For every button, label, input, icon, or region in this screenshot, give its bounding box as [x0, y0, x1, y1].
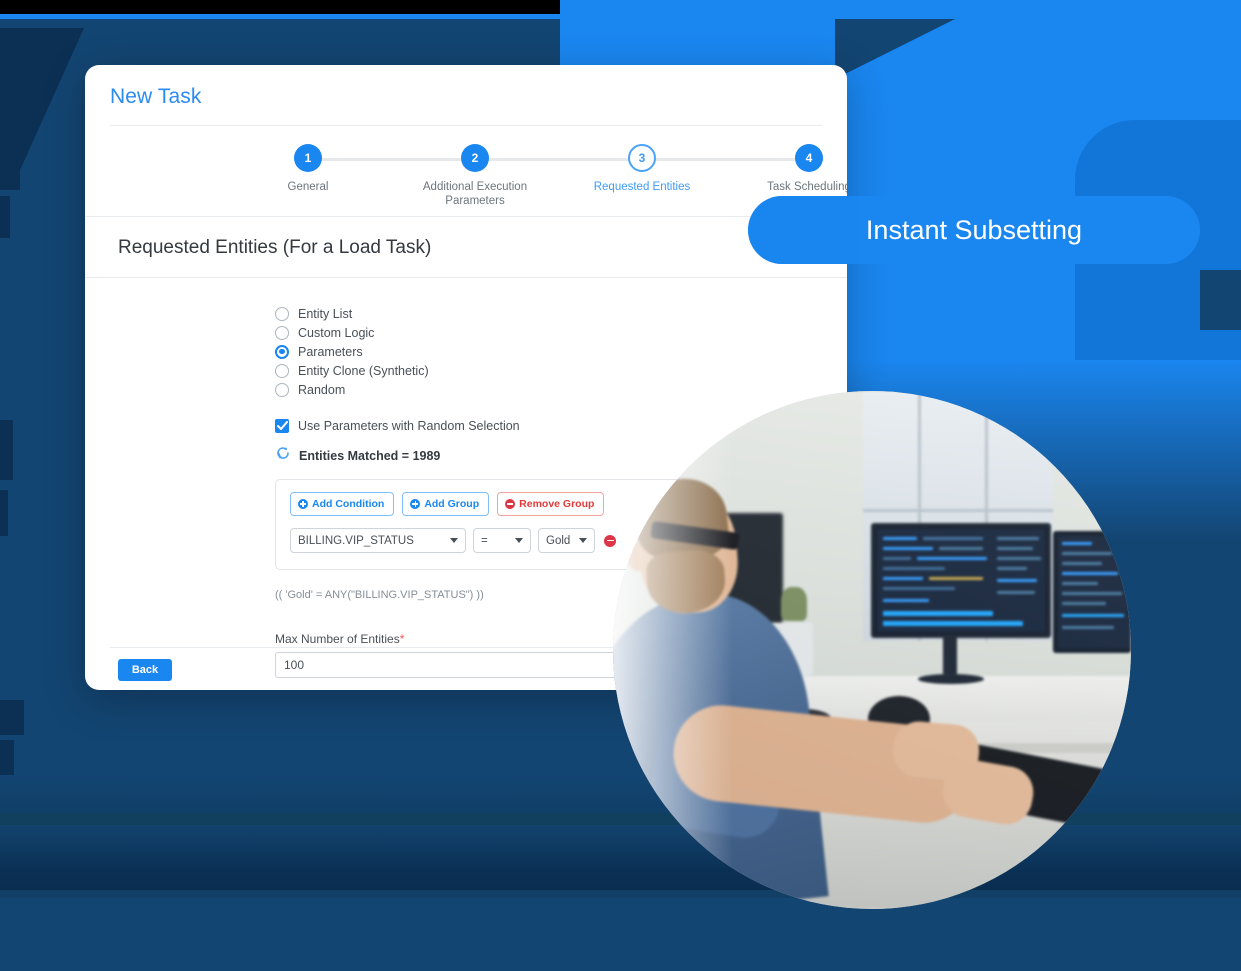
chevron-down-icon	[450, 538, 458, 543]
condition-field-select[interactable]: BILLING.VIP_STATUS	[290, 528, 466, 553]
stepper-step-general[interactable]: 1 General	[233, 144, 383, 194]
wizard-stepper: 1 General 2 Additional Execution Paramet…	[85, 134, 847, 216]
radio-label: Parameters	[298, 344, 363, 359]
condition-value-select[interactable]: Gold	[538, 528, 595, 553]
radio-icon[interactable]	[275, 306, 289, 321]
instant-subsetting-badge: Instant Subsetting	[748, 196, 1200, 264]
photo-edge-fade	[613, 391, 733, 909]
radio-icon-selected[interactable]	[275, 344, 289, 359]
radio-icon[interactable]	[275, 382, 289, 397]
decorative-notch	[0, 196, 10, 238]
stepper-number: 4	[795, 144, 823, 172]
required-marker: *	[399, 632, 405, 646]
condition-value: Gold	[546, 534, 571, 547]
radio-option-parameters[interactable]: Parameters	[275, 342, 847, 361]
radio-label: Entity List	[298, 306, 353, 321]
radio-icon[interactable]	[275, 325, 289, 340]
stepper-label: Task Scheduling	[767, 181, 847, 193]
plus-circle-icon	[410, 499, 421, 509]
stepper-number: 2	[461, 144, 489, 172]
stepper-number: 3	[628, 144, 656, 172]
radio-option-entity-list[interactable]: Entity List	[275, 304, 847, 323]
stepper-label: Additional Execution Parameters	[422, 181, 528, 207]
stepper-step-additional-execution-parameters[interactable]: 2 Additional Execution Parameters	[400, 144, 550, 208]
stepper-step-requested-entities[interactable]: 3 Requested Entities	[567, 144, 717, 194]
condition-operator-select[interactable]: =	[473, 528, 531, 553]
condition-operator-value: =	[481, 534, 488, 547]
stepper-label: Requested Entities	[593, 181, 691, 193]
decorative-notch	[0, 30, 32, 98]
refresh-icon[interactable]	[275, 445, 291, 466]
radio-option-entity-clone[interactable]: Entity Clone (Synthetic)	[275, 361, 847, 380]
radio-label: Entity Clone (Synthetic)	[298, 363, 429, 378]
stepper-label: General	[287, 181, 329, 193]
checkmark-icon[interactable]	[275, 419, 289, 433]
entities-matched-text: Entities Matched = 1989	[299, 448, 441, 463]
decorative-notch	[0, 100, 20, 190]
remove-group-label: Remove Group	[519, 498, 595, 510]
radio-option-custom-logic[interactable]: Custom Logic	[275, 323, 847, 342]
add-group-button[interactable]: Add Group	[402, 492, 490, 516]
decorative-notch	[0, 700, 24, 735]
stepper-connector	[642, 158, 809, 161]
add-condition-label: Add Condition	[312, 498, 385, 510]
page-title: New Task	[110, 85, 202, 108]
remove-group-button[interactable]: Remove Group	[497, 492, 605, 516]
chevron-down-icon	[515, 538, 523, 543]
title-divider	[110, 125, 822, 126]
minus-circle-icon	[505, 499, 516, 509]
stepper-step-task-scheduling[interactable]: 4 Task Scheduling	[734, 144, 847, 194]
decorative-notch	[0, 490, 8, 536]
plus-circle-icon	[298, 499, 308, 509]
chevron-down-icon	[579, 538, 587, 543]
badge-label: Instant Subsetting	[865, 214, 1083, 245]
checkbox-label: Use Parameters with Random Selection	[298, 419, 520, 433]
back-button[interactable]: Back	[118, 659, 172, 681]
add-group-label: Add Group	[424, 498, 480, 510]
stepper-connector	[308, 158, 474, 161]
radio-label: Custom Logic	[298, 325, 375, 340]
badge-translucent-edge	[748, 196, 858, 264]
max-entities-label-text: Max Number of Entities	[275, 632, 400, 646]
stepper-connector	[474, 158, 642, 161]
decorative-notch	[0, 420, 13, 480]
radio-label: Random	[298, 382, 346, 397]
radio-icon[interactable]	[275, 363, 289, 378]
stepper-number: 1	[294, 144, 322, 172]
condition-field-value: BILLING.VIP_STATUS	[298, 534, 414, 547]
add-condition-button[interactable]: Add Condition	[290, 492, 395, 516]
decorative-right-notch	[1200, 270, 1241, 330]
developer-photo	[613, 391, 1131, 909]
section-title: Requested Entities (For a Load Task)	[85, 216, 847, 277]
page-background: New Task 1 General 2 Additional Executio…	[0, 0, 1241, 971]
